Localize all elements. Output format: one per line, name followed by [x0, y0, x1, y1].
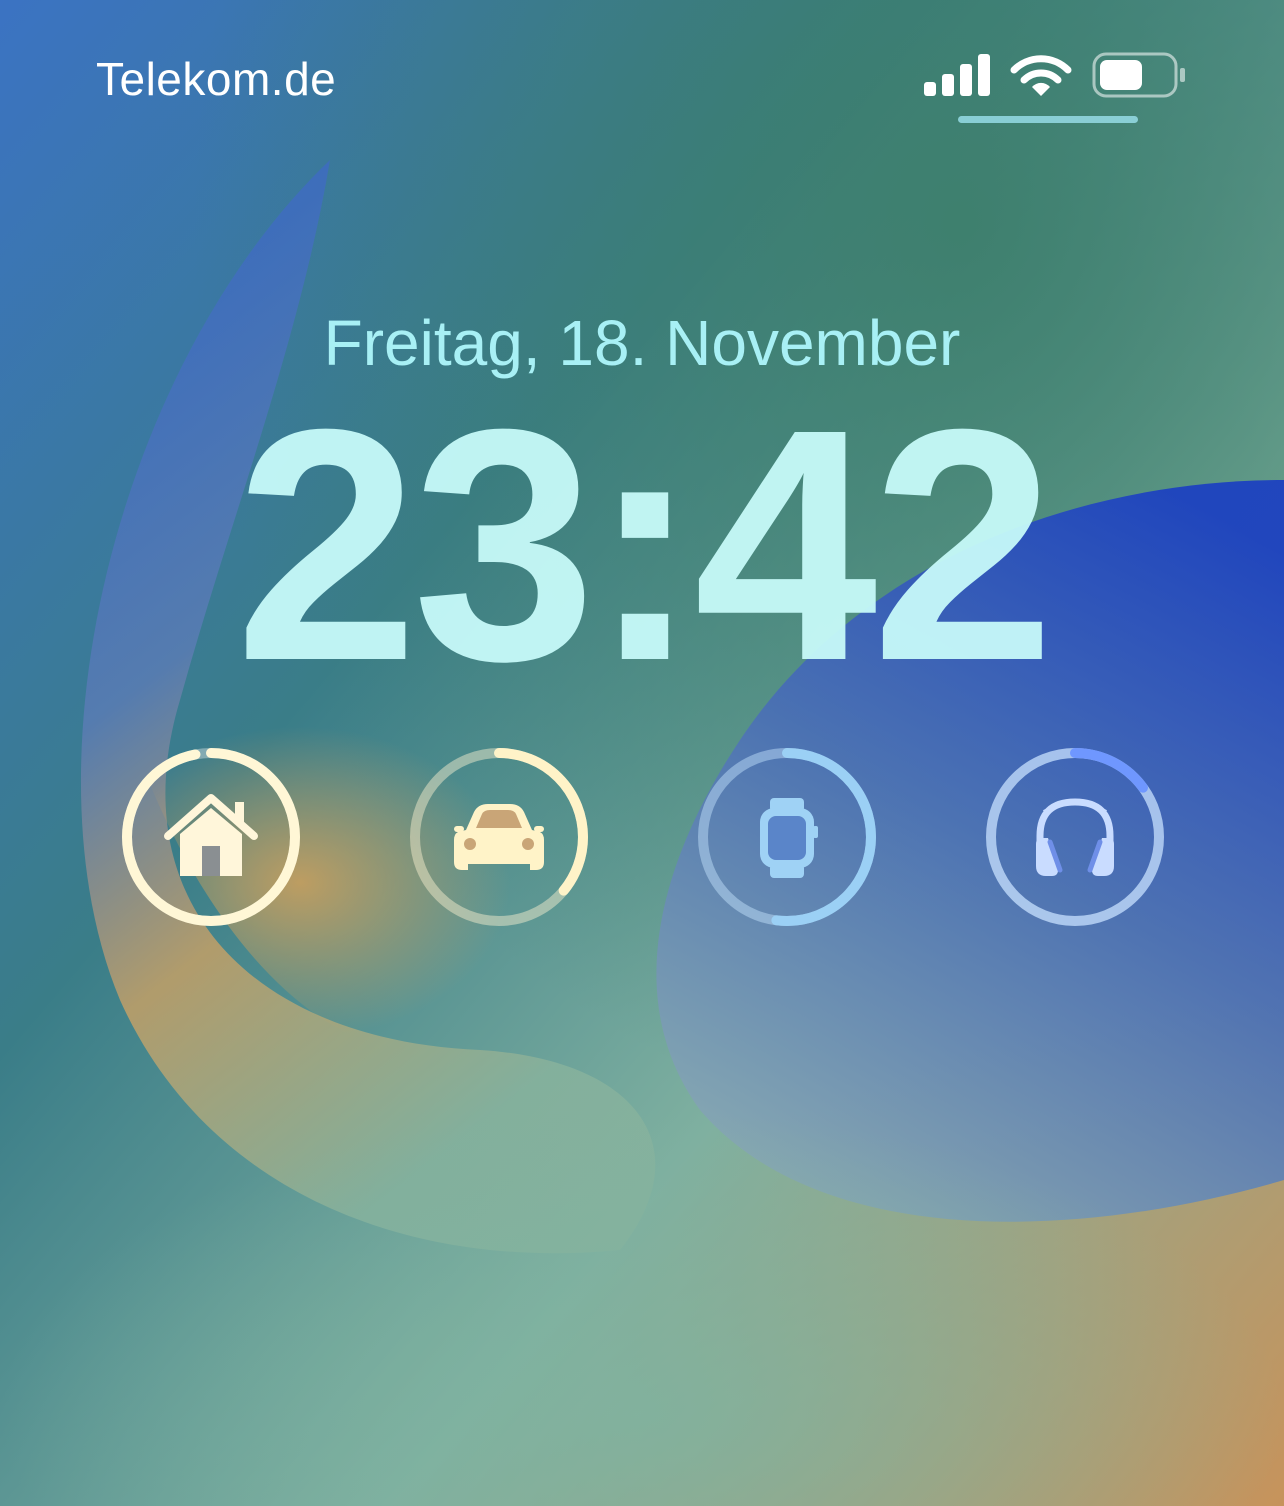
- home-battery-widget[interactable]: [120, 746, 302, 928]
- watch-battery-widget[interactable]: [696, 746, 878, 928]
- battery-icon: [1092, 52, 1185, 98]
- lock-screen-time: 23:42: [234, 360, 1055, 729]
- headphones-icon: [1036, 798, 1114, 876]
- headphones-battery-widget[interactable]: [984, 746, 1166, 928]
- home-icon: [164, 794, 258, 876]
- status-bar: Telekom.de: [0, 0, 1284, 130]
- car-battery-widget[interactable]: [408, 746, 590, 928]
- car-icon: [454, 804, 544, 870]
- carrier-name: Telekom.de: [96, 53, 337, 105]
- wifi-icon: [1010, 55, 1072, 96]
- status-indicator-bar: [958, 116, 1138, 123]
- widget-row: [0, 746, 1284, 928]
- watch-icon: [760, 798, 818, 878]
- signal-bars-icon: [924, 54, 990, 96]
